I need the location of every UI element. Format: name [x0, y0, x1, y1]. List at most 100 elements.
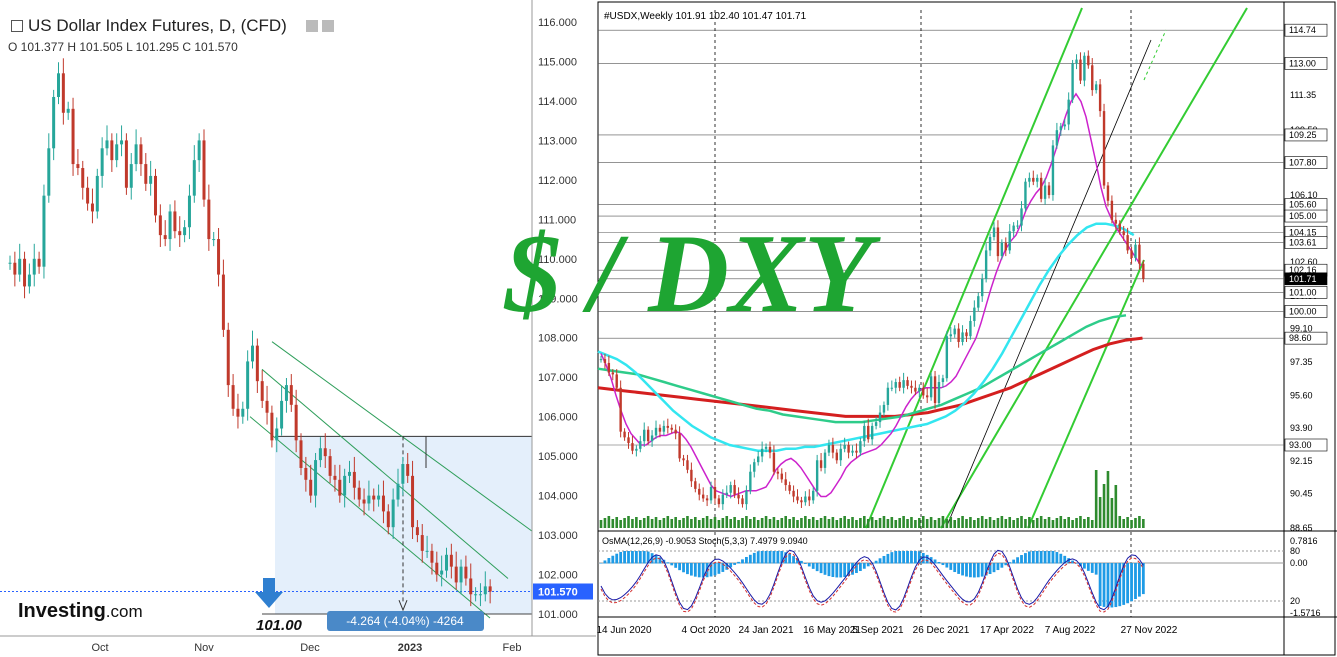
osma-bar — [678, 563, 681, 571]
weekly-candle — [698, 488, 701, 495]
osma-bar — [642, 551, 646, 564]
volume-bar — [1055, 518, 1059, 528]
daily-candle — [192, 160, 196, 196]
daily-y-tick-label: 110.000 — [538, 254, 577, 266]
weekly-candle — [1063, 124, 1066, 127]
osma-bar — [906, 551, 909, 564]
volume-bar — [992, 520, 996, 528]
weekly-candle — [788, 485, 791, 491]
weekly-candle — [749, 471, 752, 491]
daily-candle — [129, 164, 133, 188]
level-label: 104.15 — [1289, 227, 1317, 237]
osma-bar — [666, 562, 670, 564]
collapse-icon[interactable] — [11, 20, 23, 32]
gear-icon[interactable] — [322, 20, 334, 32]
osma-bar — [737, 561, 740, 564]
weekly-x-tick-label: 27 Nov 2022 — [1121, 625, 1178, 636]
weekly-candle — [957, 328, 960, 342]
weekly-candle — [686, 460, 689, 470]
volume-bar — [705, 516, 709, 528]
osma-bar — [945, 563, 949, 568]
volume-bar — [1032, 520, 1035, 528]
volume-bar — [996, 518, 1000, 528]
weekly-candle — [941, 378, 945, 383]
osma-bar — [1130, 563, 1133, 602]
volume-bar — [1126, 517, 1129, 528]
volume-bar — [831, 517, 835, 528]
osma-bar — [843, 563, 847, 577]
weekly-candle — [599, 359, 603, 361]
weekly-candle — [961, 332, 964, 342]
osma-bar — [961, 563, 964, 576]
daily-candle — [445, 554, 448, 571]
daily-candle — [454, 566, 458, 583]
volume-bar — [768, 519, 772, 528]
daily-candle — [134, 144, 138, 165]
weekly-candle — [1102, 111, 1106, 186]
osma-bar — [638, 551, 642, 564]
weekly-y-tick-label: 93.90 — [1290, 423, 1313, 433]
osma-bar — [819, 563, 823, 574]
weekly-candle — [1016, 225, 1019, 227]
weekly-candle — [890, 387, 894, 389]
osma-bar — [788, 554, 792, 564]
daily-candle — [255, 345, 259, 382]
weekly-candle — [953, 328, 956, 335]
weekly-candle — [1079, 59, 1082, 81]
daily-candle — [449, 554, 453, 567]
osma-bar — [1059, 553, 1063, 564]
volume-bar — [949, 517, 953, 528]
osma-bar — [634, 551, 638, 564]
volume-bar — [682, 518, 685, 528]
volume-bar — [1004, 519, 1008, 528]
osma-bar — [831, 563, 835, 577]
level-label: 98.60 — [1289, 333, 1312, 343]
volume-bar — [654, 517, 658, 528]
osma-bar — [713, 563, 717, 576]
level-label: 113.00 — [1289, 58, 1316, 68]
weekly-candle — [1000, 242, 1004, 257]
osma-bar — [670, 563, 674, 566]
volume-bar — [1047, 517, 1051, 528]
volume-bar — [639, 520, 642, 528]
osma-bar — [972, 563, 976, 578]
weekly-candle — [768, 446, 772, 453]
daily-candle — [352, 471, 356, 488]
volume-bar — [603, 518, 607, 528]
volume-bar — [973, 520, 976, 528]
volume-bar — [623, 518, 626, 528]
daily-candle — [226, 329, 230, 386]
daily-y-tick-label: 114.000 — [538, 96, 577, 108]
volume-bar — [878, 518, 882, 528]
volume-bar — [1094, 470, 1098, 528]
osma-bar — [902, 551, 906, 564]
level-label: 114.74 — [1289, 25, 1316, 35]
osma-bar — [886, 553, 890, 564]
volume-bar — [627, 516, 630, 528]
volume-bar — [988, 517, 992, 528]
weekly-candle — [878, 412, 882, 423]
weekly-candle — [611, 372, 614, 375]
weekly-candle — [713, 486, 717, 499]
weekly-candle — [780, 473, 783, 480]
weekly-candle — [992, 227, 996, 238]
daily-y-tick-label: 111.000 — [538, 214, 576, 226]
volume-bar — [631, 519, 634, 528]
osma-bar — [689, 563, 693, 576]
volume-bar — [870, 517, 874, 528]
volume-bar — [1106, 471, 1110, 528]
volume-bar — [918, 518, 921, 528]
weekly-candle — [984, 250, 988, 279]
osma-bar — [874, 560, 878, 564]
volume-bar — [709, 519, 713, 528]
volume-bar — [1087, 517, 1090, 528]
volume-bar — [933, 520, 937, 528]
osma-bar — [760, 551, 764, 564]
volume-bar — [721, 518, 725, 528]
trend-line-black — [945, 39, 1152, 529]
daily-candle — [207, 199, 211, 240]
settings-icon[interactable] — [306, 20, 318, 32]
volume-bar — [941, 516, 945, 528]
weekly-candle — [1098, 84, 1102, 112]
volume-bar — [815, 520, 819, 528]
